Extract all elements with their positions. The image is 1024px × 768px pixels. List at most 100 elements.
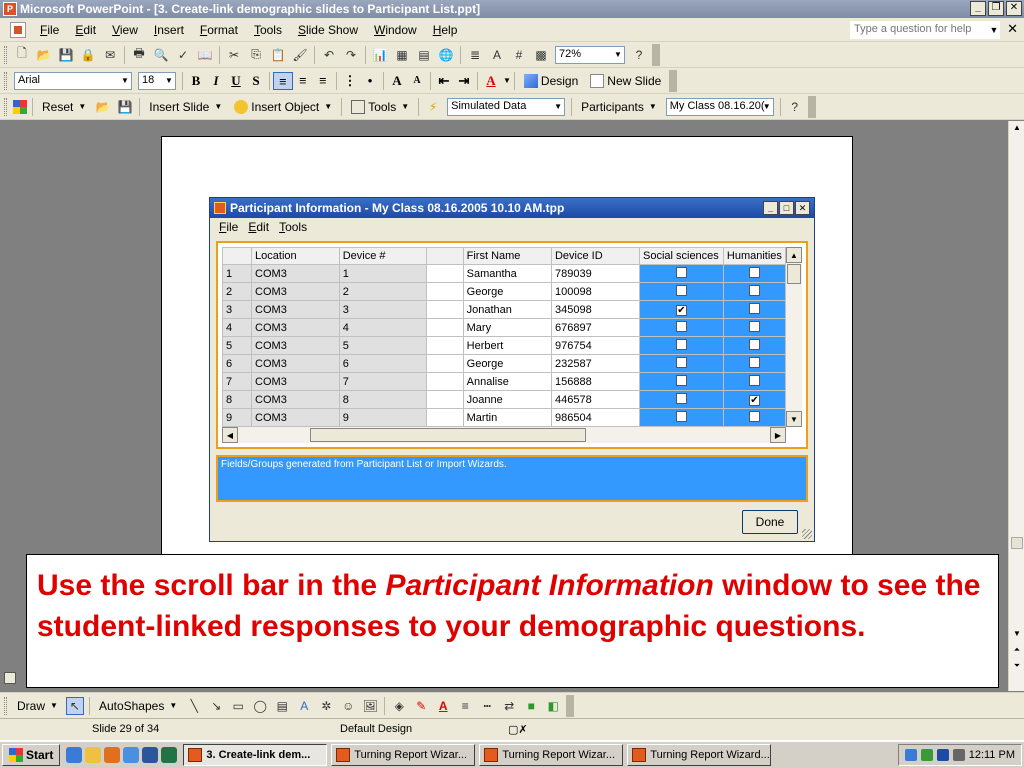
scroll-down-icon[interactable]: ▼ bbox=[1010, 627, 1024, 641]
blank-cell[interactable] bbox=[426, 372, 464, 391]
done-button[interactable]: Done bbox=[742, 510, 798, 534]
social-sciences-cell[interactable] bbox=[638, 372, 724, 391]
email-icon[interactable]: ✉ bbox=[101, 46, 119, 64]
scroll-up-icon[interactable]: ▲ bbox=[1010, 121, 1024, 135]
table-row[interactable]: 8 COM3 8 Joanne 446578 ✔ bbox=[222, 390, 786, 409]
toolbar-options-icon[interactable] bbox=[652, 43, 660, 66]
insert-table-icon[interactable]: ▦ bbox=[393, 46, 411, 64]
menu-help[interactable]: Help bbox=[425, 23, 466, 37]
open-session-icon[interactable]: 📂 bbox=[94, 98, 112, 116]
help-icon[interactable]: ? bbox=[630, 46, 648, 64]
humanities-checkbox[interactable] bbox=[748, 302, 760, 314]
design-button[interactable]: Design bbox=[518, 73, 584, 88]
start-button[interactable]: Start bbox=[2, 744, 61, 766]
location-cell[interactable]: COM3 bbox=[251, 264, 340, 283]
redo-icon[interactable]: ↷ bbox=[342, 46, 360, 64]
close-button[interactable]: ✕ bbox=[1006, 1, 1022, 16]
blank-cell[interactable] bbox=[426, 336, 464, 355]
first-name-cell[interactable]: George bbox=[462, 282, 552, 301]
social-sciences-checkbox[interactable] bbox=[675, 392, 687, 404]
social-sciences-cell[interactable]: ✔ bbox=[638, 300, 724, 319]
lightning-icon[interactable]: ⚡ bbox=[424, 98, 442, 116]
grid-horizontal-thumb[interactable] bbox=[310, 428, 586, 442]
zoom-select[interactable]: 72% ▼ bbox=[555, 45, 625, 64]
new-icon[interactable]: 🗋 bbox=[13, 46, 31, 64]
oval-icon[interactable]: ◯ bbox=[251, 697, 269, 715]
increase-indent-button[interactable]: ⇥ bbox=[454, 72, 474, 90]
row-number[interactable]: 4 bbox=[222, 318, 253, 337]
insert-object-menu[interactable]: Insert Object ▼ bbox=[228, 99, 338, 114]
device-number-cell[interactable]: 9 bbox=[338, 408, 428, 427]
taskbar-item-report-wizard-1[interactable]: Turning Report Wizar... bbox=[331, 744, 476, 766]
blank-cell[interactable] bbox=[426, 390, 464, 409]
device-id-cell[interactable]: 986504 bbox=[550, 408, 640, 427]
social-sciences-checkbox[interactable] bbox=[675, 356, 687, 368]
social-sciences-cell[interactable] bbox=[638, 390, 724, 409]
dialog-close-button[interactable]: ✕ bbox=[795, 201, 810, 215]
device-id-cell[interactable]: 156888 bbox=[550, 372, 640, 391]
bullets-button[interactable]: • bbox=[360, 72, 380, 90]
humanities-cell[interactable] bbox=[722, 354, 786, 373]
bold-button[interactable]: B bbox=[186, 72, 206, 90]
dialog-maximize-button[interactable]: □ bbox=[779, 201, 794, 215]
font-size-dropdown-icon[interactable]: ▼ bbox=[163, 73, 175, 89]
humanities-checkbox[interactable]: ✔ bbox=[748, 394, 760, 406]
grid-scroll-up-icon[interactable]: ▲ bbox=[786, 247, 802, 263]
toolbar-options-icon[interactable] bbox=[807, 95, 816, 118]
dialog-menu-edit[interactable]: Edit bbox=[243, 220, 274, 234]
grid-horizontal-scrollbar[interactable]: ◀ ▶ bbox=[222, 427, 786, 443]
clip-art-icon[interactable]: ☺ bbox=[339, 697, 357, 715]
decrease-font-button[interactable]: A bbox=[407, 72, 427, 90]
align-left-button[interactable]: ≡ bbox=[273, 71, 293, 90]
device-number-cell[interactable]: 6 bbox=[338, 354, 428, 373]
help-dropdown-icon[interactable]: ▼ bbox=[988, 22, 1000, 38]
device-number-cell[interactable]: 1 bbox=[338, 264, 428, 283]
font-color-dropdown-icon[interactable]: ▼ bbox=[503, 76, 511, 85]
research-icon[interactable]: 📖 bbox=[196, 46, 214, 64]
toolbar-options-icon[interactable] bbox=[669, 69, 678, 92]
tables-borders-icon[interactable]: ▤ bbox=[415, 46, 433, 64]
draw-menu[interactable]: Draw ▼ bbox=[11, 699, 64, 713]
menu-tools[interactable]: Tools bbox=[246, 23, 290, 37]
insert-picture-icon[interactable]: 🖼 bbox=[361, 697, 379, 715]
table-row[interactable]: 3 COM3 3 Jonathan 345098 ✔ bbox=[222, 300, 786, 319]
location-cell[interactable]: COM3 bbox=[251, 336, 340, 355]
grid-vertical-scrollbar[interactable]: ▲ ▼ bbox=[786, 247, 802, 427]
firefox-icon[interactable] bbox=[104, 747, 121, 763]
font-size-select[interactable]: 18 ▼ bbox=[138, 71, 176, 90]
minimize-button[interactable]: _ bbox=[970, 1, 986, 16]
toolbar-options-icon[interactable] bbox=[566, 694, 575, 717]
blank-cell[interactable] bbox=[426, 264, 464, 283]
column-header-index[interactable] bbox=[222, 247, 253, 265]
powerpoint-icon[interactable]: P bbox=[3, 2, 17, 16]
document-close-icon[interactable]: ✕ bbox=[1007, 21, 1018, 37]
humanities-checkbox[interactable] bbox=[748, 374, 760, 386]
participant-list-dropdown-icon[interactable]: ▼ bbox=[761, 99, 773, 115]
device-id-cell[interactable]: 676897 bbox=[550, 318, 640, 337]
format-painter-icon[interactable]: 🖌 bbox=[291, 46, 309, 64]
social-sciences-cell[interactable] bbox=[638, 318, 724, 337]
row-number[interactable]: 9 bbox=[222, 408, 253, 427]
row-number[interactable]: 6 bbox=[222, 354, 253, 373]
dialog-menu-file[interactable]: File bbox=[214, 220, 243, 234]
shadow-button[interactable]: S bbox=[246, 72, 266, 90]
normal-view-icon[interactable] bbox=[4, 672, 16, 684]
device-id-cell[interactable]: 446578 bbox=[550, 390, 640, 409]
align-right-button[interactable]: ≡ bbox=[313, 72, 333, 90]
menu-window[interactable]: Window bbox=[366, 23, 425, 37]
rectangle-icon[interactable]: ▭ bbox=[229, 697, 247, 715]
grid-scroll-right-icon[interactable]: ▶ bbox=[770, 427, 786, 443]
row-number[interactable]: 5 bbox=[222, 336, 253, 355]
row-number[interactable]: 1 bbox=[222, 264, 253, 283]
diagram-icon[interactable]: ✲ bbox=[317, 697, 335, 715]
blank-cell[interactable] bbox=[426, 408, 464, 427]
social-sciences-cell[interactable] bbox=[638, 336, 724, 355]
drawing-font-color-icon[interactable]: A bbox=[434, 697, 452, 715]
device-id-cell[interactable]: 345098 bbox=[550, 300, 640, 319]
folder-icon[interactable] bbox=[85, 747, 102, 763]
print-icon[interactable]: 🖶 bbox=[130, 46, 148, 64]
column-header-humanities[interactable]: Humanities bbox=[722, 247, 786, 265]
location-cell[interactable]: COM3 bbox=[251, 300, 340, 319]
spelling-status-icon[interactable]: ▢✗ bbox=[508, 723, 528, 736]
table-row[interactable]: 9 COM3 9 Martin 986504 bbox=[222, 408, 786, 427]
